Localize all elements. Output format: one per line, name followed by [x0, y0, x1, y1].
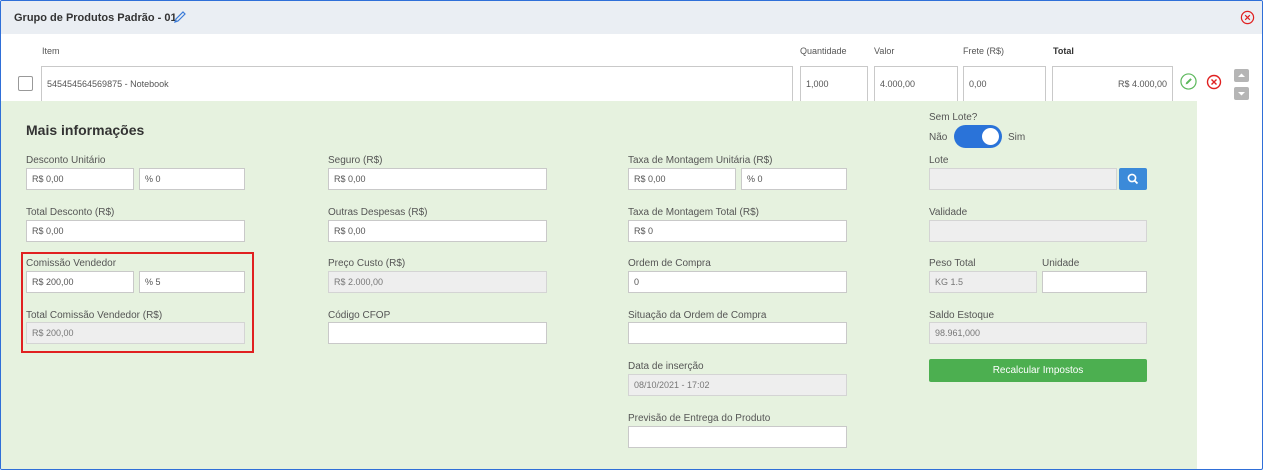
sem-lote-toggle[interactable] — [954, 125, 1002, 148]
seguro-label: Seguro (R$) — [328, 155, 383, 166]
arrow-down-icon[interactable] — [1234, 87, 1249, 100]
item-field[interactable]: 545454564569875 - Notebook — [41, 66, 793, 102]
montagem-total-input[interactable]: R$ 0 — [628, 220, 847, 242]
desconto-unitario-input[interactable]: R$ 0,00 — [26, 168, 134, 190]
cfop-input[interactable] — [328, 322, 547, 344]
lote-search-button[interactable] — [1119, 168, 1147, 190]
toggle-off-label: Não — [929, 132, 948, 143]
total-desconto-label: Total Desconto (R$) — [26, 207, 115, 218]
total-desconto-input[interactable]: R$ 0,00 — [26, 220, 245, 242]
column-item: Item — [42, 46, 60, 56]
peso-total-input: KG 1.5 — [929, 271, 1037, 293]
sem-lote-label: Sem Lote? — [929, 112, 978, 123]
frete-input[interactable]: 0,00 — [963, 66, 1046, 102]
highlight-box — [21, 252, 254, 353]
preco-custo-input: R$ 2.000,00 — [328, 271, 547, 293]
recalcular-impostos-button[interactable]: Recalcular Impostos — [929, 359, 1147, 382]
column-total: Total — [1053, 46, 1074, 56]
montagem-unitaria-input[interactable]: R$ 0,00 — [628, 168, 736, 190]
quantidade-input[interactable]: 1,000 — [800, 66, 868, 102]
situacao-ordem-label: Situação da Ordem de Compra — [628, 310, 767, 321]
seguro-input[interactable]: R$ 0,00 — [328, 168, 547, 190]
montagem-total-label: Taxa de Montagem Total (R$) — [628, 207, 759, 218]
cfop-label: Código CFOP — [328, 310, 391, 321]
montagem-unitaria-label: Taxa de Montagem Unitária (R$) — [628, 155, 773, 166]
ordem-compra-input[interactable]: 0 — [628, 271, 847, 293]
situacao-ordem-input[interactable] — [628, 322, 847, 344]
montagem-unitaria-pct-input[interactable]: % 0 — [741, 168, 847, 190]
close-circle-icon[interactable] — [1240, 10, 1255, 25]
validade-input — [929, 220, 1147, 242]
toggle-on-label: Sim — [1008, 132, 1026, 143]
lote-label: Lote — [929, 155, 949, 166]
preco-custo-label: Preço Custo (R$) — [328, 258, 406, 269]
unidade-label: Unidade — [1042, 258, 1080, 269]
desconto-unitario-pct-input[interactable]: % 0 — [139, 168, 245, 190]
lote-input — [929, 168, 1117, 190]
ordem-compra-label: Ordem de Compra — [628, 258, 711, 269]
saldo-estoque-label: Saldo Estoque — [929, 310, 995, 321]
panel-header: Grupo de Produtos Padrão - 01 — [1, 1, 1262, 34]
delete-circle-icon[interactable] — [1206, 74, 1222, 90]
validade-label: Validade — [929, 207, 968, 218]
outras-despesas-input[interactable]: R$ 0,00 — [328, 220, 547, 242]
saldo-estoque-input: 98.961,000 — [929, 322, 1147, 344]
valor-input[interactable]: 4.000,00 — [874, 66, 958, 102]
data-insercao-input: 08/10/2021 - 17:02 — [628, 374, 847, 396]
data-insercao-label: Data de inserção — [628, 361, 704, 372]
column-quantidade: Quantidade — [800, 46, 847, 56]
section-title: Mais informações — [26, 122, 145, 138]
previsao-entrega-label: Previsão de Entrega do Produto — [628, 413, 771, 424]
desconto-unitario-label: Desconto Unitário — [26, 155, 106, 166]
previsao-entrega-input[interactable] — [628, 426, 847, 448]
column-frete: Frete (R$) — [963, 46, 1005, 56]
column-valor: Valor — [874, 46, 895, 56]
pencil-icon[interactable] — [173, 10, 187, 24]
arrow-up-icon[interactable] — [1234, 69, 1249, 82]
total-input[interactable]: R$ 4.000,00 — [1052, 66, 1173, 102]
peso-total-label: Peso Total — [929, 258, 976, 269]
toggle-knob — [982, 128, 999, 145]
row-select-checkbox[interactable] — [18, 76, 33, 91]
search-icon — [1127, 173, 1139, 185]
unidade-input[interactable] — [1042, 271, 1147, 293]
outras-despesas-label: Outras Despesas (R$) — [328, 207, 428, 218]
page-title: Grupo de Produtos Padrão - 01 — [14, 12, 177, 24]
product-group-panel: Grupo de Produtos Padrão - 01 Item Quant… — [0, 0, 1263, 470]
edit-circle-icon[interactable] — [1180, 73, 1197, 90]
